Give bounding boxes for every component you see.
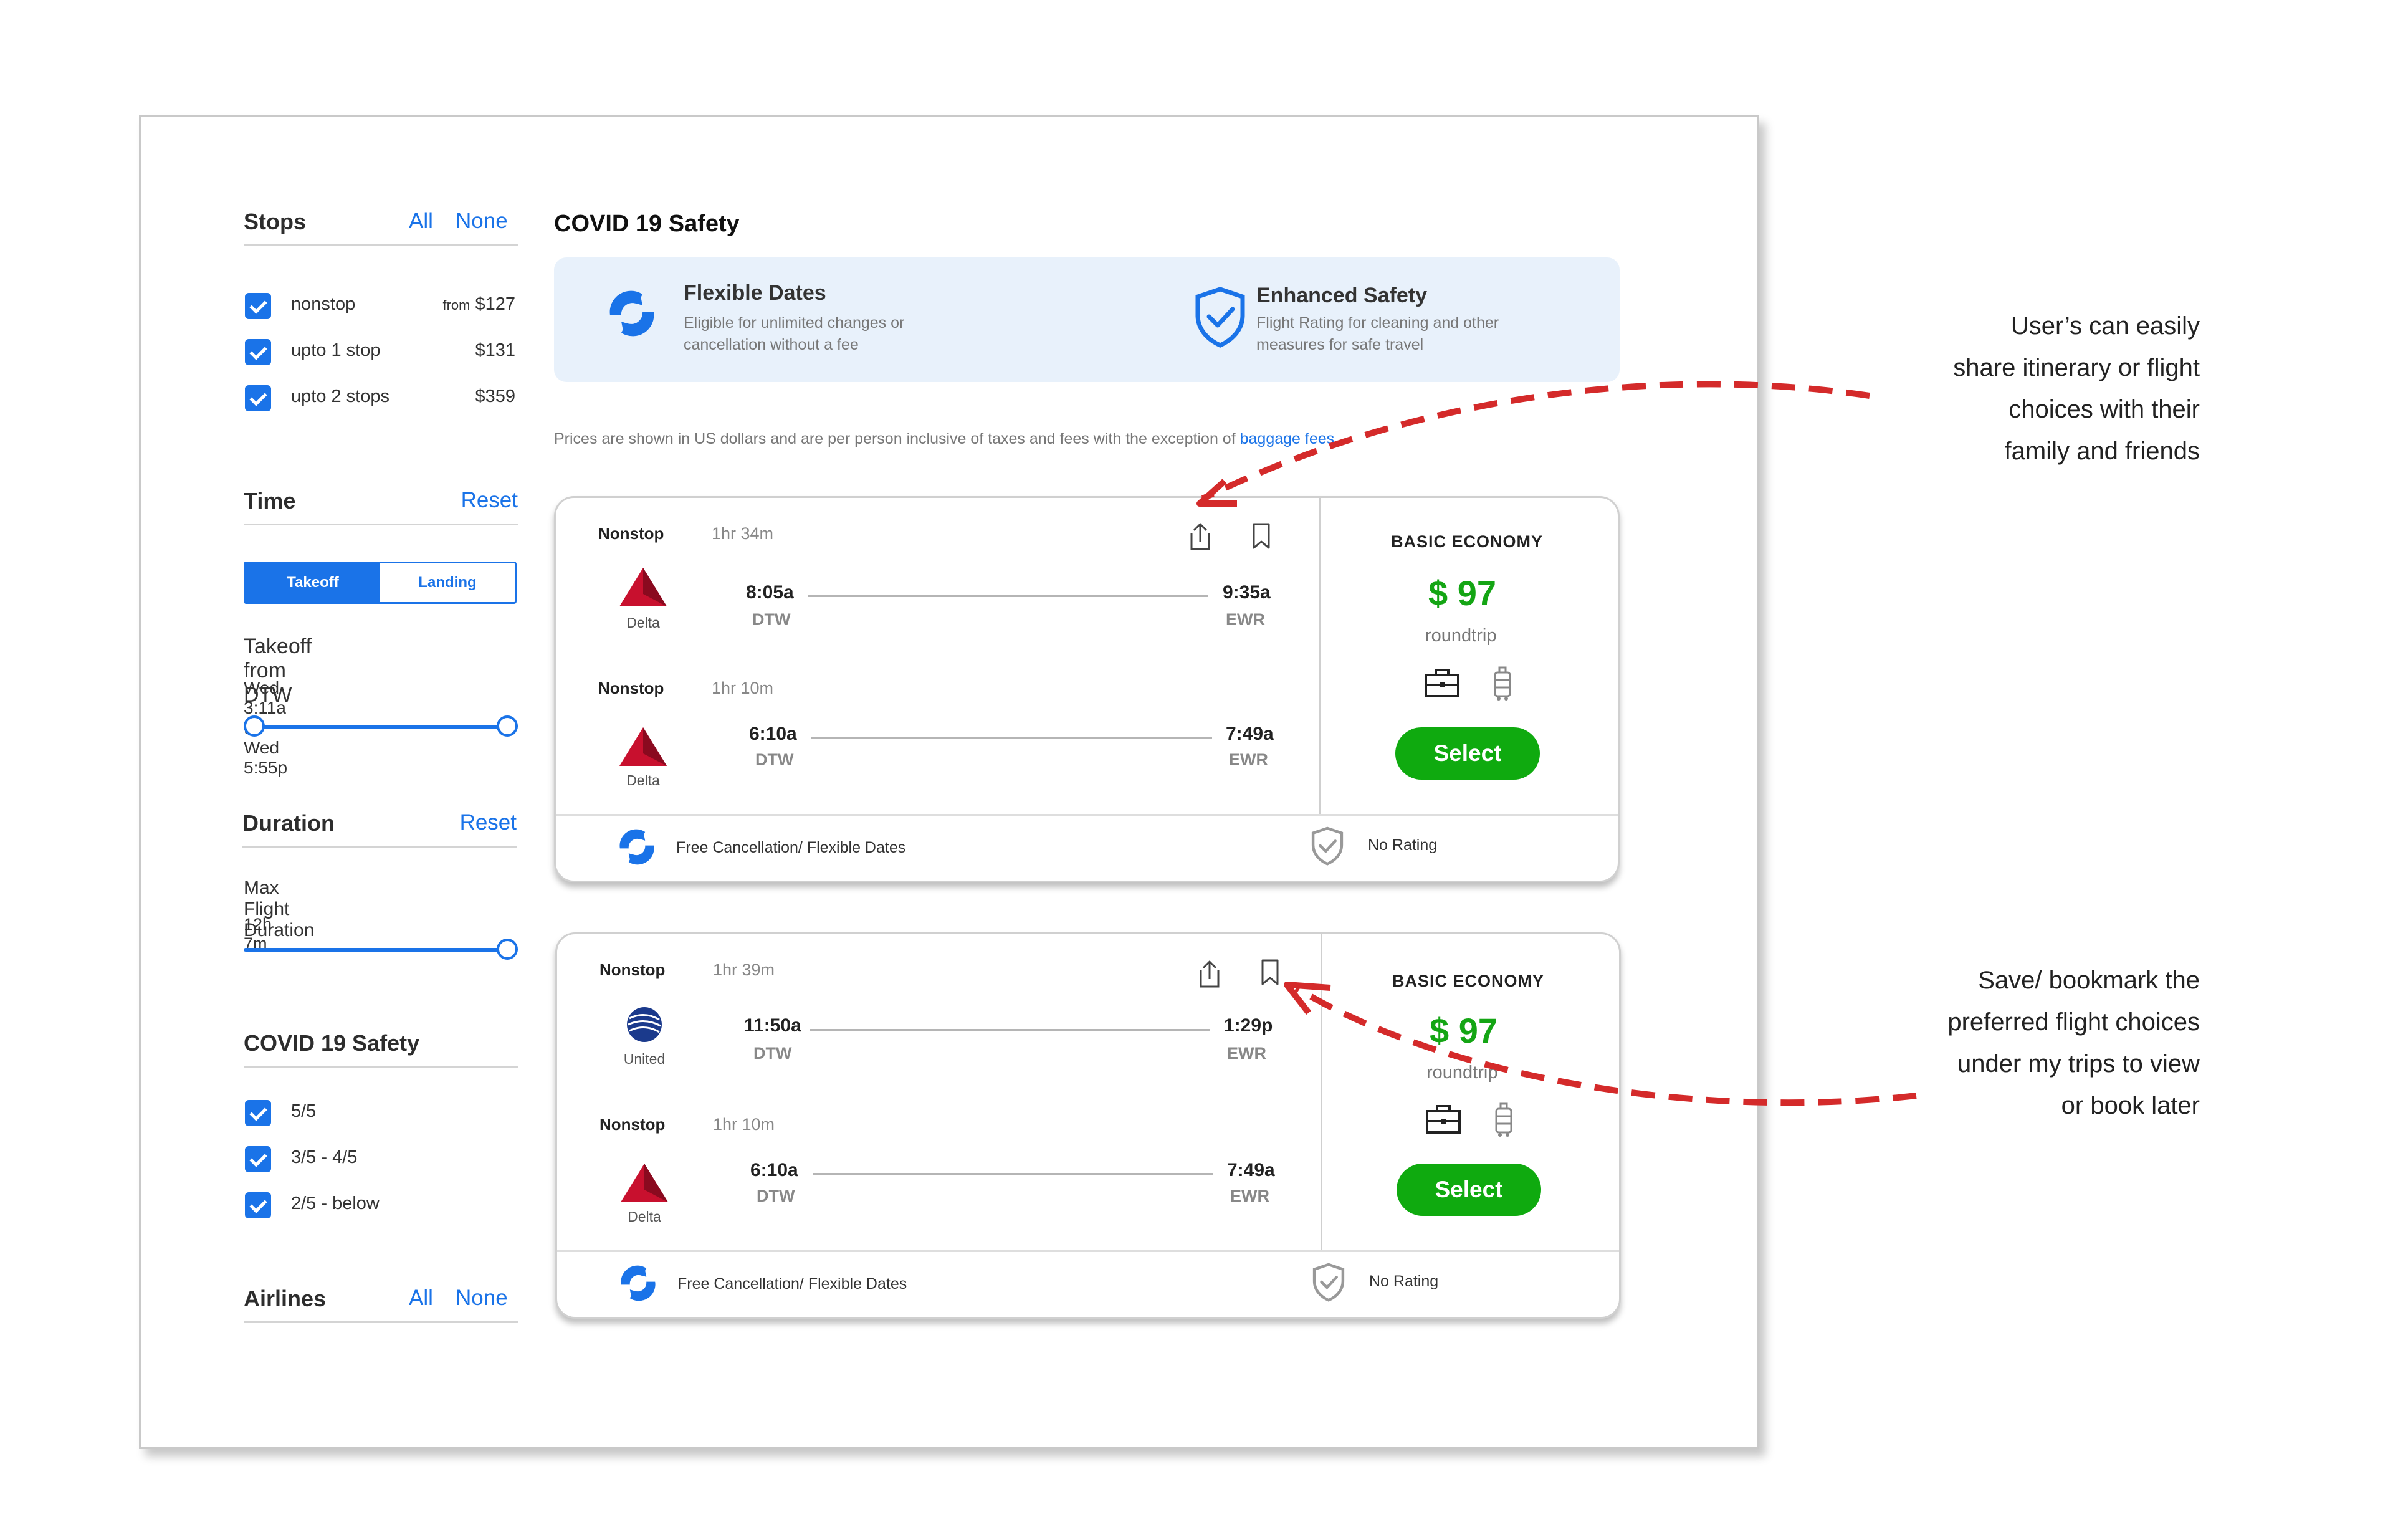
bookmark-arrow [1294, 985, 1917, 1106]
bookmark-arrow-head [1284, 982, 1331, 1015]
share-arrow [1201, 381, 1870, 502]
annotation-arrows [1196, 381, 1917, 1106]
